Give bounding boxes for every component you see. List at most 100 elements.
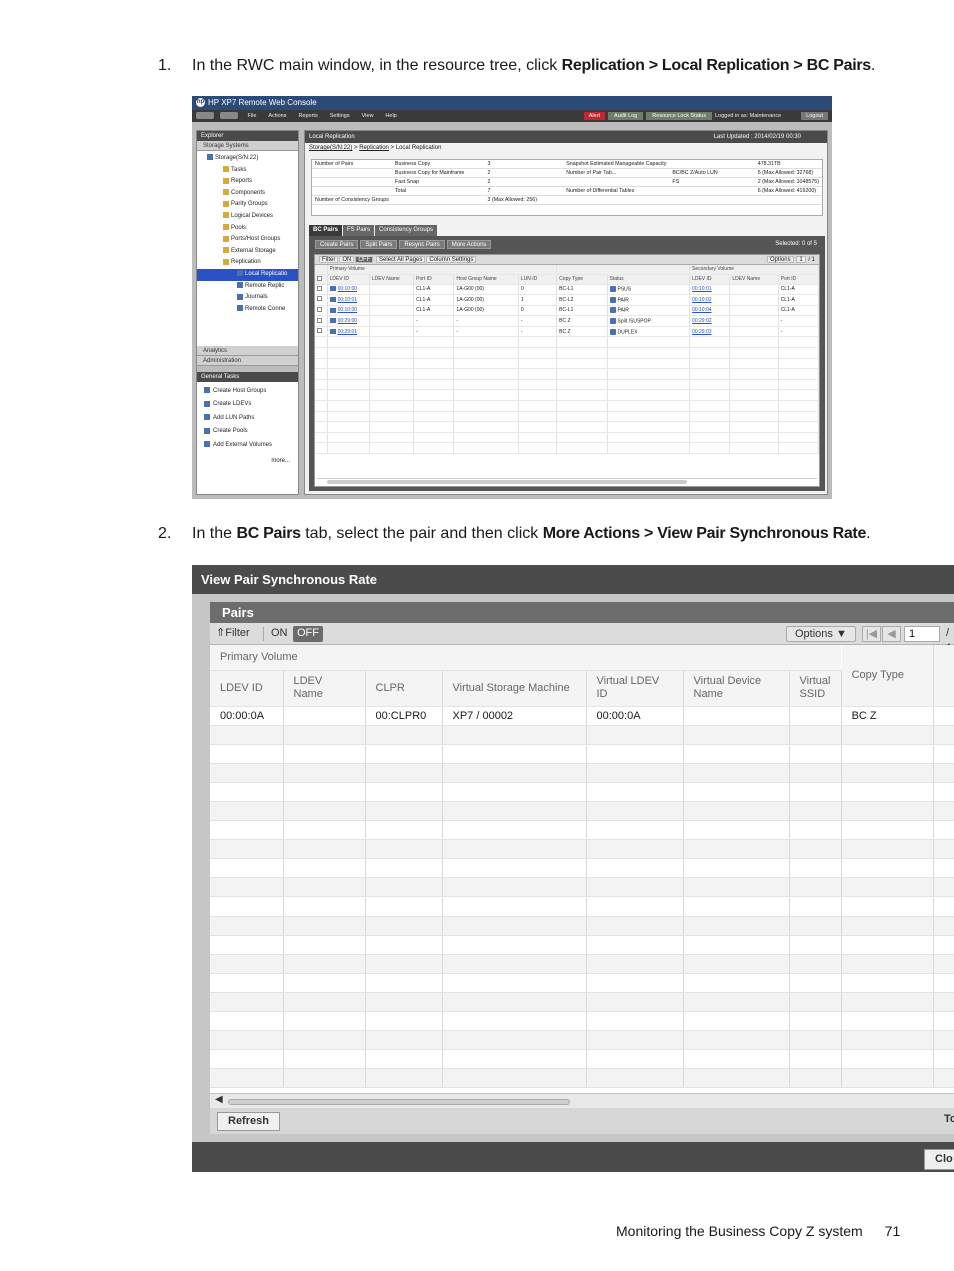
- ldev-link[interactable]: 00:10:00: [338, 286, 357, 292]
- ldev-link[interactable]: 00:10:01: [338, 297, 357, 303]
- tree-item[interactable]: Parity Groups: [197, 199, 298, 211]
- general-task-item[interactable]: Add External Volumes: [197, 439, 298, 452]
- scroll-left-icon[interactable]: ◀: [215, 1094, 223, 1105]
- tree-item[interactable]: Components: [197, 188, 298, 200]
- breadcrumb-replication[interactable]: Replication: [359, 145, 389, 151]
- analytics-bar[interactable]: Analytics: [197, 346, 298, 356]
- column-header[interactable]: Virtual SSID: [789, 670, 842, 707]
- more-tasks-link[interactable]: more...: [197, 455, 298, 467]
- prev-page-icon[interactable]: ◀: [882, 626, 901, 642]
- select-all-checkbox[interactable]: [317, 275, 322, 281]
- breadcrumb-storage[interactable]: Storage(S/N:22): [309, 145, 352, 151]
- column-header[interactable]: Host Group Name: [453, 274, 519, 285]
- table-row[interactable]: 00:29:00 - - - BC Z Split /SUSPOP 00:29:02 -: [315, 315, 820, 327]
- column-header[interactable]: LDEV Name: [729, 274, 779, 285]
- row-checkbox[interactable]: [317, 317, 322, 323]
- tab-fs-pairs[interactable]: FS Pairs: [343, 225, 375, 236]
- row-checkbox[interactable]: [317, 328, 322, 334]
- ldev-link[interactable]: 00:10:00: [338, 307, 357, 313]
- tree-item[interactable]: Local Replicatio: [197, 268, 298, 281]
- column-header[interactable]: CLPR: [365, 670, 443, 707]
- tree-item[interactable]: Replication: [197, 257, 298, 269]
- tree-item[interactable]: Remote Replic: [197, 281, 298, 293]
- menu-item-settings[interactable]: Settings: [330, 110, 350, 122]
- column-header[interactable]: Virtual LDEV ID: [586, 670, 684, 707]
- tree-item[interactable]: Ports/Host Groups: [197, 234, 298, 246]
- create-pairs-button[interactable]: Create Pairs: [315, 240, 359, 249]
- ldev-link[interactable]: 00:29:00: [338, 318, 357, 324]
- general-task-item[interactable]: Create Pools: [197, 425, 298, 438]
- column-header[interactable]: Port ID: [778, 274, 820, 285]
- forward-icon[interactable]: [220, 112, 238, 120]
- general-task-item[interactable]: Create LDEVs: [197, 398, 298, 411]
- column-header[interactable]: LDEV Name: [283, 670, 366, 707]
- filter-button[interactable]: ⇑Filter: [216, 626, 250, 642]
- filter-on-toggle[interactable]: ON: [271, 626, 288, 642]
- column-header[interactable]: LDEV ID: [210, 670, 284, 707]
- ldev-link[interactable]: 00:29:01: [338, 329, 357, 335]
- options-dropdown[interactable]: Options ▼: [786, 626, 856, 642]
- tree-item[interactable]: Pools: [197, 223, 298, 235]
- tree-item[interactable]: Tasks: [197, 165, 298, 177]
- storage-systems-bar[interactable]: Storage Systems: [197, 141, 298, 151]
- general-task-item[interactable]: Add LUN Paths: [197, 412, 298, 425]
- menu-item-reports[interactable]: Reports: [298, 110, 317, 122]
- table-row[interactable]: 00:10:01 CL1-A 1A-G00 (00) 1 BC-L2 PAIR 00:10:…: [315, 294, 820, 306]
- column-header[interactable]: Status: [607, 274, 691, 285]
- column-header[interactable]: Copy Type: [841, 645, 934, 707]
- audit-log-button[interactable]: Audit Log: [608, 112, 644, 120]
- split-pairs-button[interactable]: Split Pairs: [360, 240, 398, 249]
- ldev-link[interactable]: 00:29:03: [692, 329, 711, 335]
- menu-item-actions[interactable]: Actions: [268, 110, 286, 122]
- tree-item[interactable]: Logical Devices: [197, 211, 298, 223]
- horizontal-scrollbar[interactable]: [317, 478, 817, 484]
- filter-off-toggle[interactable]: OFF: [293, 626, 323, 642]
- filter-on[interactable]: ON: [339, 256, 355, 263]
- filter-off[interactable]: OFF: [355, 256, 374, 263]
- refresh-button[interactable]: Refresh: [217, 1112, 280, 1131]
- tab-consistency-groups[interactable]: Consistency Groups: [375, 225, 438, 236]
- horizontal-scrollbar[interactable]: ◀: [210, 1093, 954, 1108]
- column-header[interactable]: LDEV Name: [369, 274, 415, 285]
- alert-button[interactable]: Alert: [583, 112, 606, 120]
- column-header[interactable]: Copy Type: [556, 274, 608, 285]
- page-number-input[interactable]: 1: [904, 626, 940, 642]
- tree-item[interactable]: Journals: [197, 292, 298, 304]
- table-row[interactable]: 00:10:00 CL1-A 1A-G00 (00) 0 BC-L1 PAIR 00:10:…: [315, 305, 820, 317]
- ldev-link[interactable]: 00:29:02: [692, 318, 711, 324]
- tree-item[interactable]: Storage(S/N:22): [197, 153, 298, 165]
- resource-lock-button[interactable]: Resource Lock Status: [646, 112, 713, 120]
- tree-item[interactable]: Remote Conne: [197, 304, 298, 316]
- filter-button[interactable]: Filter: [319, 256, 339, 263]
- column-settings-button[interactable]: Column Settings: [426, 256, 477, 263]
- options-button[interactable]: Options: [766, 256, 794, 263]
- column-header[interactable]: Virtual Device Name: [683, 670, 790, 707]
- table-row[interactable]: 00:29:01 - - - BC Z DUPLEX 00:29:03 -: [315, 326, 820, 338]
- table-row[interactable]: 00:10:00 CL1-A 1A-G00 (00) 0 BC-L1 PSUS 00:10:…: [315, 284, 820, 296]
- column-header[interactable]: Virtual Storage Machine: [442, 670, 587, 707]
- column-header[interactable]: Port ID: [413, 274, 455, 285]
- menu-item-file[interactable]: File: [248, 110, 257, 122]
- row-checkbox[interactable]: [317, 296, 322, 302]
- column-header[interactable]: LUN ID: [518, 274, 558, 285]
- first-page-icon[interactable]: |◀: [862, 626, 881, 642]
- administration-bar[interactable]: Administration: [197, 356, 298, 366]
- tree-item[interactable]: External Storage: [197, 246, 298, 258]
- column-header[interactable]: LDEV ID: [689, 274, 731, 285]
- ldev-link[interactable]: 00:10:04: [692, 307, 711, 313]
- ldev-link[interactable]: 00:10:01: [692, 286, 711, 292]
- page-input[interactable]: 1: [796, 256, 806, 263]
- close-button[interactable]: Clo: [924, 1149, 954, 1170]
- back-icon[interactable]: [196, 112, 214, 120]
- tab-bc-pairs[interactable]: BC Pairs: [309, 225, 343, 236]
- more-actions-button[interactable]: More Actions: [446, 240, 492, 249]
- table-row[interactable]: 00:00:0A 00:CLPR0 XP7 / 00002 00:00:0A BC Z: [210, 706, 954, 726]
- row-checkbox[interactable]: [317, 285, 322, 291]
- logout-button[interactable]: Logout: [801, 112, 828, 120]
- menu-item-view[interactable]: View: [362, 110, 374, 122]
- ldev-link[interactable]: 00:10:02: [692, 297, 711, 303]
- tree-item[interactable]: Reports: [197, 176, 298, 188]
- general-task-item[interactable]: Create Host Groups: [197, 385, 298, 398]
- menu-item-help[interactable]: Help: [385, 110, 396, 122]
- column-header[interactable]: LDEV ID: [327, 274, 370, 285]
